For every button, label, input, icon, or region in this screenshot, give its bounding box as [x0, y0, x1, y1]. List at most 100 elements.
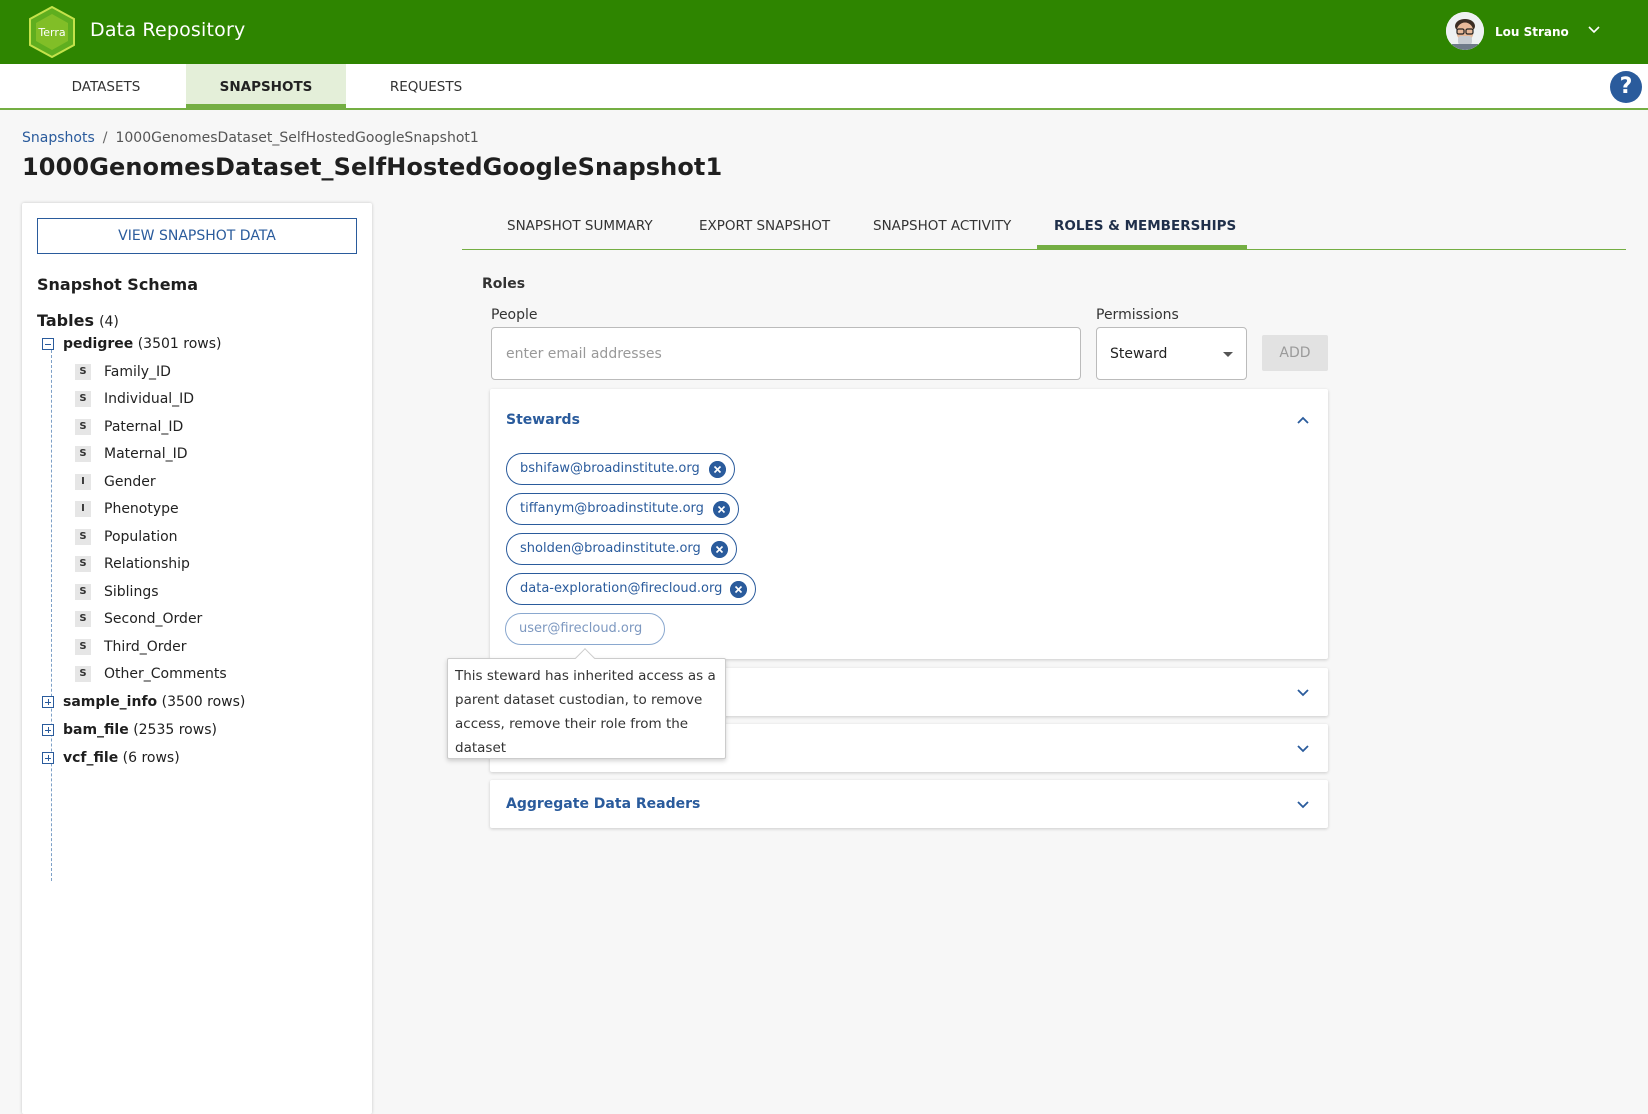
column-name: Maternal_ID — [104, 446, 188, 462]
logo-text: Terra — [37, 26, 65, 39]
column-item[interactable]: S Second_Order — [75, 611, 202, 631]
tables-label: Tables — [37, 311, 94, 330]
column-item[interactable]: S Population — [75, 529, 178, 549]
column-item[interactable]: S Other_Comments — [75, 666, 227, 686]
type-badge: I — [75, 501, 91, 517]
table-node-vcf-file[interactable]: vcf_file (6 rows) — [42, 750, 180, 770]
top-app-bar: Terra Data Repository Lou Strano — [0, 0, 1648, 64]
expand-icon[interactable] — [42, 696, 54, 708]
inherited-member-chip[interactable]: user@firecloud.org — [505, 613, 665, 645]
remove-circle-icon[interactable] — [730, 581, 747, 598]
accordion-title[interactable]: Aggregate Data Readers — [506, 796, 700, 812]
column-name: Gender — [104, 474, 156, 490]
member-email: tiffanym@broadinstitute.org — [520, 501, 704, 516]
chevron-down-icon[interactable] — [1296, 798, 1310, 812]
table-node-bam-file[interactable]: bam_file (2535 rows) — [42, 722, 217, 742]
type-badge: S — [75, 529, 91, 545]
tab-snapshot-activity[interactable]: SNAPSHOT ACTIVITY — [873, 218, 1011, 234]
inherited-access-tooltip: This steward has inherited access as a p… — [447, 658, 726, 759]
column-item[interactable]: S Paternal_ID — [75, 419, 183, 439]
member-email: data-exploration@firecloud.org — [520, 581, 723, 596]
member-chip: sholden@broadinstitute.org — [506, 533, 737, 565]
table-node-sample-info[interactable]: sample_info (3500 rows) — [42, 694, 245, 714]
column-name: Population — [104, 529, 178, 545]
app-title[interactable]: Data Repository — [90, 19, 245, 41]
type-badge: S — [75, 364, 91, 380]
column-item[interactable]: S Family_ID — [75, 364, 171, 384]
remove-circle-icon[interactable] — [711, 541, 728, 558]
table-name[interactable]: pedigree — [63, 336, 133, 352]
column-name: Second_Order — [104, 611, 203, 627]
type-badge: S — [75, 666, 91, 682]
breadcrumb-separator: / — [102, 130, 108, 146]
breadcrumb-current: 1000GenomesDataset_SelfHostedGoogleSnaps… — [115, 130, 479, 146]
nav-tab-datasets[interactable]: DATASETS — [36, 64, 176, 108]
accordion-title[interactable]: Stewards — [506, 412, 580, 428]
type-badge: S — [75, 556, 91, 572]
tables-heading: Tables (4) — [37, 311, 119, 330]
tables-count: (4) — [99, 314, 119, 330]
active-tab-indicator — [1037, 245, 1247, 250]
tab-snapshot-summary[interactable]: SNAPSHOT SUMMARY — [507, 218, 653, 234]
type-badge: S — [75, 584, 91, 600]
member-chip: data-exploration@firecloud.org — [506, 573, 756, 605]
user-name[interactable]: Lou Strano — [1495, 25, 1569, 39]
permissions-value: Steward — [1110, 346, 1168, 362]
tree-connector — [51, 350, 52, 881]
type-badge: S — [75, 639, 91, 655]
column-item[interactable]: S Siblings — [75, 584, 159, 604]
column-item[interactable]: S Relationship — [75, 556, 190, 576]
expand-icon[interactable] — [42, 752, 54, 764]
add-button[interactable]: ADD — [1262, 335, 1328, 371]
column-name: Other_Comments — [104, 666, 227, 682]
column-item[interactable]: I Phenotype — [75, 501, 179, 521]
terra-logo-icon[interactable]: Terra — [28, 6, 76, 58]
remove-circle-icon[interactable] — [713, 501, 730, 518]
chevron-down-icon[interactable] — [1296, 686, 1310, 700]
member-email: user@firecloud.org — [519, 621, 643, 636]
table-row-count: (6 rows) — [122, 750, 180, 766]
table-node-pedigree[interactable]: pedigree (3501 rows) — [42, 336, 221, 356]
view-snapshot-data-button[interactable]: VIEW SNAPSHOT DATA — [37, 218, 357, 254]
table-name[interactable]: bam_file — [63, 722, 129, 738]
column-item[interactable]: I Gender — [75, 474, 156, 494]
roles-title: Roles — [482, 276, 526, 292]
table-row-count: (2535 rows) — [133, 722, 217, 738]
remove-circle-icon[interactable] — [709, 461, 726, 478]
type-badge: S — [75, 611, 91, 627]
user-avatar[interactable] — [1446, 12, 1484, 50]
chevron-down-icon[interactable] — [1586, 22, 1602, 38]
tab-roles-memberships[interactable]: ROLES & MEMBERSHIPS — [1054, 218, 1236, 234]
column-name: Individual_ID — [104, 391, 195, 407]
accordion-stewards: Stewards bshifaw@broadinstitute.org tiff… — [490, 389, 1328, 659]
column-item[interactable]: S Maternal_ID — [75, 446, 188, 466]
column-name: Family_ID — [104, 364, 171, 380]
member-email: bshifaw@broadinstitute.org — [520, 461, 700, 476]
nav-tab-snapshots[interactable]: SNAPSHOTS — [186, 64, 346, 110]
table-name[interactable]: sample_info — [63, 694, 157, 710]
breadcrumb-snapshots-link[interactable]: Snapshots — [22, 130, 95, 146]
column-item[interactable]: S Individual_ID — [75, 391, 194, 411]
page-title: 1000GenomesDataset_SelfHostedGoogleSnaps… — [22, 153, 723, 181]
permissions-select[interactable]: Steward — [1096, 327, 1247, 380]
main-nav: DATASETS SNAPSHOTS REQUESTS ? — [0, 64, 1648, 110]
table-row-count: (3500 rows) — [161, 694, 246, 710]
expand-icon[interactable] — [42, 724, 54, 736]
accordion-aggregate-data-readers[interactable]: Aggregate Data Readers — [490, 780, 1328, 828]
nav-tab-requests[interactable]: REQUESTS — [356, 64, 496, 108]
tab-export-snapshot[interactable]: EXPORT SNAPSHOT — [699, 218, 830, 234]
permissions-label: Permissions — [1096, 307, 1179, 323]
collapse-icon[interactable] — [42, 338, 54, 350]
type-badge: S — [75, 391, 91, 407]
people-email-input[interactable] — [491, 327, 1081, 380]
chevron-down-icon[interactable] — [1296, 742, 1310, 756]
chevron-up-icon[interactable] — [1296, 413, 1310, 427]
dropdown-caret-icon — [1223, 352, 1233, 357]
table-name[interactable]: vcf_file — [63, 750, 118, 766]
type-badge: S — [75, 419, 91, 435]
help-circle-icon[interactable]: ? — [1610, 71, 1642, 103]
people-label: People — [491, 307, 538, 323]
column-item[interactable]: S Third_Order — [75, 639, 187, 659]
member-email: sholden@broadinstitute.org — [520, 541, 701, 556]
type-badge: I — [75, 474, 91, 490]
